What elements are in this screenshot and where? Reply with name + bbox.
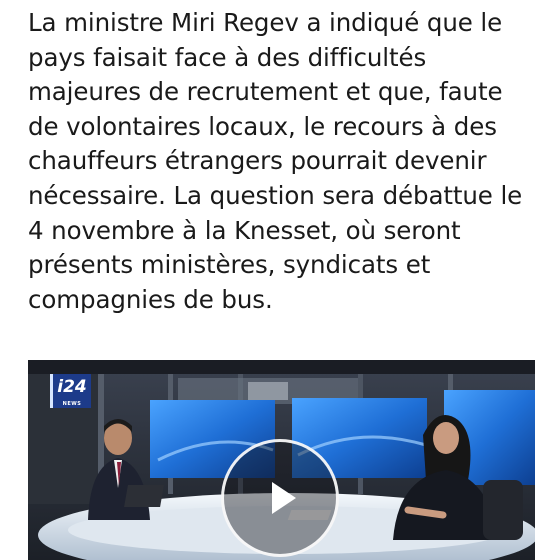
article-line: majeures de recrutement et que, faute [28,77,503,107]
article-line: chauffeurs étrangers pourrait devenir [28,146,487,176]
article-line: pays faisait face à des difficultés [28,42,427,72]
channel-logo-subtext: NEWS [62,401,82,407]
channel-logo-text: i24 [57,377,87,397]
video-player[interactable]: i24 NEWS [28,360,535,560]
article-paragraph: La ministre Miri Regev a indiqué que le … [28,6,552,317]
channel-logo: i24 NEWS [50,374,91,408]
play-icon [272,482,296,514]
play-button[interactable] [221,439,339,557]
article-line: présents ministères, syndicats et [28,250,431,280]
article-line: compagnies de bus. [28,284,273,314]
article-line: La ministre Miri Regev a indiqué que le [28,8,503,37]
article-line: de volontaires locaux, le recours à des [28,111,497,141]
article-line: 4 novembre à la Knesset, où seront [28,215,461,245]
article-line: nécessaire. La question sera débattue le [28,180,523,210]
